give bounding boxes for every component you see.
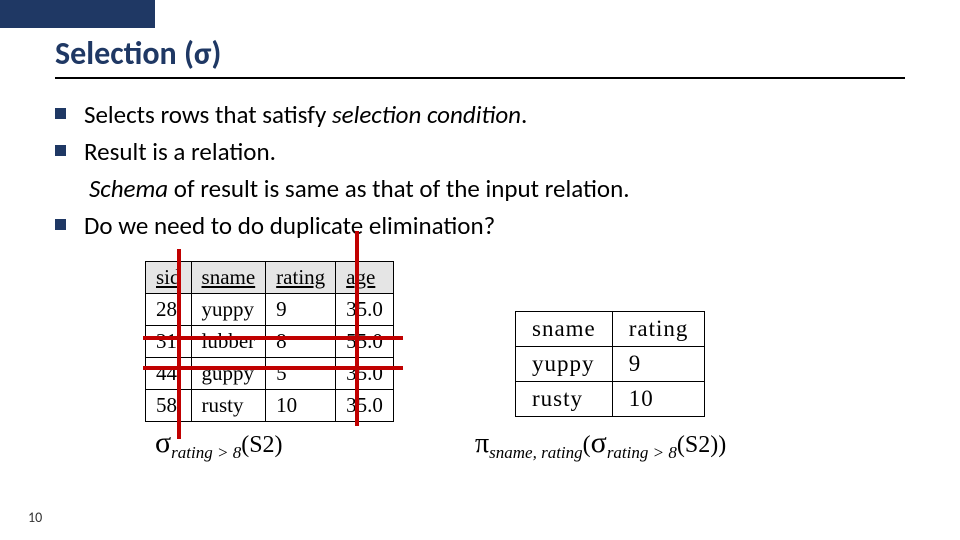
bullet-3: Do we need to do duplicate elimination?	[55, 208, 905, 243]
text-italic: selection condition	[332, 99, 521, 130]
pi-symbol: π	[475, 428, 489, 459]
col-rating: rating	[266, 262, 336, 294]
square-bullet-icon	[55, 108, 66, 119]
cell: 8	[266, 326, 336, 358]
col-rating: rating	[612, 312, 705, 347]
red-annotation-line	[355, 231, 359, 426]
sigma-symbol: σ	[194, 34, 211, 73]
paren-open: (	[583, 432, 591, 458]
cell: 44	[146, 358, 192, 390]
cell: 55.0	[336, 326, 394, 358]
table-result: sname rating yuppy 9 rusty 10	[515, 311, 705, 417]
text-fragment: .	[521, 99, 527, 130]
cell: rusty	[516, 382, 613, 417]
bullet-2: Result is a relation.	[55, 134, 905, 169]
title-text-suffix: )	[211, 34, 221, 73]
bullet-2-text: Result is a relation.	[84, 134, 276, 169]
bullet-1-text: Selects rows that satisfy selection cond…	[84, 97, 527, 132]
cell: 31	[146, 326, 192, 358]
col-sid: sid	[146, 262, 192, 294]
cell: 5	[266, 358, 336, 390]
title-block: Selection (σ)	[0, 28, 960, 79]
col-age: age	[336, 262, 394, 294]
page-number: 10	[28, 509, 42, 526]
text-fragment: Selects rows that satisfy	[84, 99, 332, 130]
square-bullet-icon	[55, 219, 66, 230]
cell: 9	[612, 347, 705, 382]
cell: 9	[266, 294, 336, 326]
cell: rusty	[191, 390, 266, 422]
cell: yuppy	[191, 294, 266, 326]
formula-relation: (S2)	[677, 432, 718, 458]
cell: guppy	[191, 358, 266, 390]
square-bullet-icon	[55, 145, 66, 156]
bullet-1: Selects rows that satisfy selection cond…	[55, 97, 905, 132]
red-annotation-line	[143, 336, 403, 340]
cell: 35.0	[336, 390, 394, 422]
projection-formula: πsname, rating(σrating > 8(S2))	[475, 426, 726, 463]
text-fragment: of result is same as that of the input r…	[168, 173, 629, 204]
text-italic: Schema	[89, 173, 168, 204]
cell: 35.0	[336, 358, 394, 390]
col-sname: sname	[516, 312, 613, 347]
sigma-symbol: σ	[591, 426, 607, 459]
result-relation-table: sname rating yuppy 9 rusty 10	[515, 311, 705, 417]
figures-area: sid sname rating age 28 yuppy 9 35.0 31 …	[55, 261, 905, 521]
table-row: rusty 10	[516, 382, 705, 417]
cell: 35.0	[336, 294, 394, 326]
cell: yuppy	[516, 347, 613, 382]
bullet-3-text: Do we need to do duplicate elimination?	[84, 208, 495, 243]
cell: 10	[266, 390, 336, 422]
cell: 28	[146, 294, 192, 326]
table-row: yuppy 9	[516, 347, 705, 382]
table-header-row: sname rating	[516, 312, 705, 347]
formula-subscript: sname, rating	[489, 443, 583, 462]
bullet-2-continuation: Schema of result is same as that of the …	[55, 171, 905, 206]
input-relation-table: sid sname rating age 28 yuppy 9 35.0 31 …	[145, 261, 394, 422]
red-annotation-line	[143, 366, 403, 370]
cell: 58	[146, 390, 192, 422]
accent-bar	[0, 0, 155, 28]
sigma-symbol: σ	[155, 426, 171, 459]
red-annotation-line	[177, 249, 181, 439]
selection-formula: σrating > 8(S2)	[155, 426, 283, 463]
formula-subscript: rating > 8	[607, 443, 677, 462]
slide-title: Selection (σ)	[55, 34, 905, 75]
body-content: Selects rows that satisfy selection cond…	[0, 79, 960, 521]
formula-relation: (S2)	[241, 432, 282, 458]
title-text-prefix: Selection (	[55, 34, 194, 73]
paren-close: )	[718, 432, 726, 458]
cell: lubber	[191, 326, 266, 358]
col-sname: sname	[191, 262, 266, 294]
cell: 10	[612, 382, 705, 417]
formula-subscript: rating > 8	[171, 443, 241, 462]
